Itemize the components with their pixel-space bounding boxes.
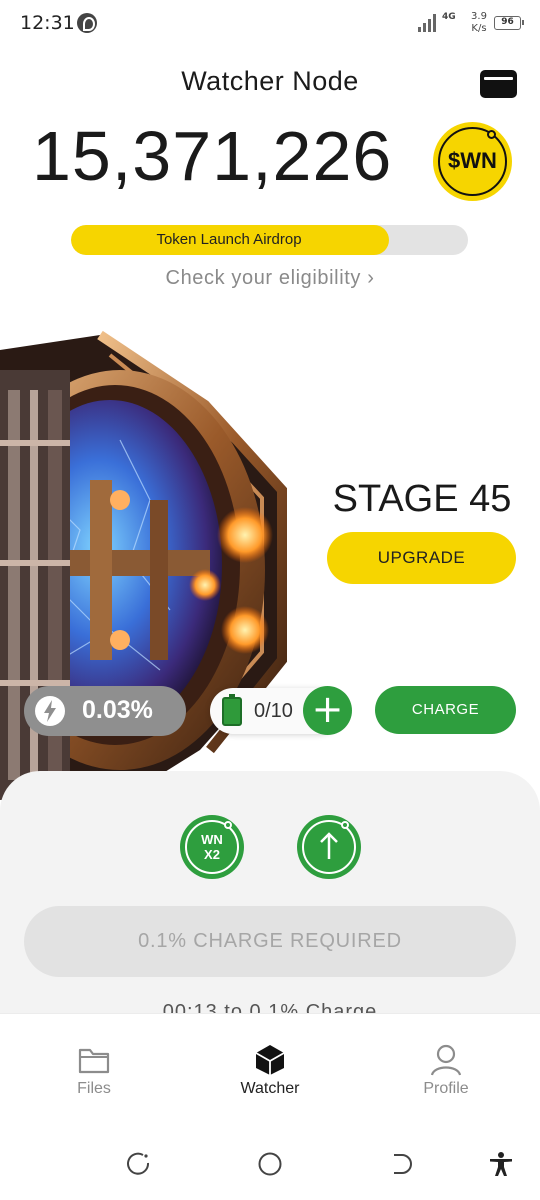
home-icon[interactable] xyxy=(257,1151,283,1177)
status-time: 12:31 xyxy=(20,12,75,34)
nav-item-watcher[interactable]: Watcher xyxy=(180,1014,360,1122)
arrow-up-icon xyxy=(320,832,338,859)
bottom-nav: Files Watcher Profile xyxy=(0,1013,540,1121)
back-icon[interactable] xyxy=(389,1151,415,1177)
charge-timer-text: 00:13 to 0.1% Charge xyxy=(162,1001,378,1013)
mining-rate-pill: 0.03% xyxy=(24,686,186,736)
lightning-icon xyxy=(35,696,65,726)
battery-count: 0/10 xyxy=(254,700,293,722)
user-icon xyxy=(430,1044,462,1076)
cube-icon xyxy=(255,1045,285,1075)
battery-indicator: 96 xyxy=(494,16,524,30)
watcher-machine-illustration xyxy=(0,330,287,800)
upgrade-button[interactable]: UPGRADE xyxy=(327,532,516,584)
check-eligibility-text: Check your eligibility xyxy=(165,267,362,289)
chevron-right-icon: › xyxy=(367,267,375,289)
token-symbol: $WN xyxy=(448,148,497,173)
network-speed: 3.9 K/s xyxy=(466,11,492,35)
page-title: Watcher Node xyxy=(181,66,359,96)
add-charge-button[interactable]: + xyxy=(303,686,352,735)
notification-app-icon xyxy=(77,13,97,33)
network-speed-unit: K/s xyxy=(471,23,487,34)
status-bar: 12:31 4G 3.9 K/s 96 xyxy=(0,0,540,48)
charge-required-button[interactable]: 0.1% CHARGE REQUIRED xyxy=(24,906,516,977)
nav-label-watcher: Watcher xyxy=(240,1080,300,1097)
wn-token-icon: $WN xyxy=(433,122,512,201)
airdrop-label: Token Launch Airdrop xyxy=(156,231,302,248)
nav-label-files: Files xyxy=(77,1080,111,1097)
bottom-sheet: WN X2 0.1% CHARGE REQUIRED 00:13 to 0.1%… xyxy=(0,771,540,1013)
charge-button[interactable]: CHARGE xyxy=(375,686,516,734)
network-speed-value: 3.9 xyxy=(471,11,487,22)
nav-item-files[interactable]: Files xyxy=(4,1014,184,1122)
folder-icon xyxy=(78,1048,110,1074)
wn-x2-boost-button[interactable]: WN X2 xyxy=(180,815,244,879)
wn-x2-boost-label: WN X2 xyxy=(180,832,244,862)
signal-strength-icon xyxy=(418,14,440,32)
upgrade-boost-button[interactable] xyxy=(297,815,361,879)
check-eligibility-link[interactable]: Check your eligibility › xyxy=(0,267,540,290)
airdrop-progress-bar[interactable]: Token Launch Airdrop xyxy=(71,225,468,255)
nav-label-profile: Profile xyxy=(423,1080,469,1097)
token-balance: 15,371,226 xyxy=(32,117,393,195)
recent-apps-icon[interactable] xyxy=(125,1151,151,1177)
battery-icon xyxy=(222,694,242,726)
boost-line2: X2 xyxy=(204,847,220,862)
stage-title: STAGE 45 xyxy=(332,478,512,520)
nav-item-profile[interactable]: Profile xyxy=(356,1014,536,1122)
accessibility-icon[interactable] xyxy=(488,1151,514,1177)
system-nav-bar xyxy=(0,1121,540,1200)
mining-rate-value: 0.03% xyxy=(82,696,153,724)
boost-line1: WN xyxy=(201,832,223,847)
network-type: 4G xyxy=(442,12,456,22)
wallet-icon[interactable] xyxy=(480,70,517,98)
